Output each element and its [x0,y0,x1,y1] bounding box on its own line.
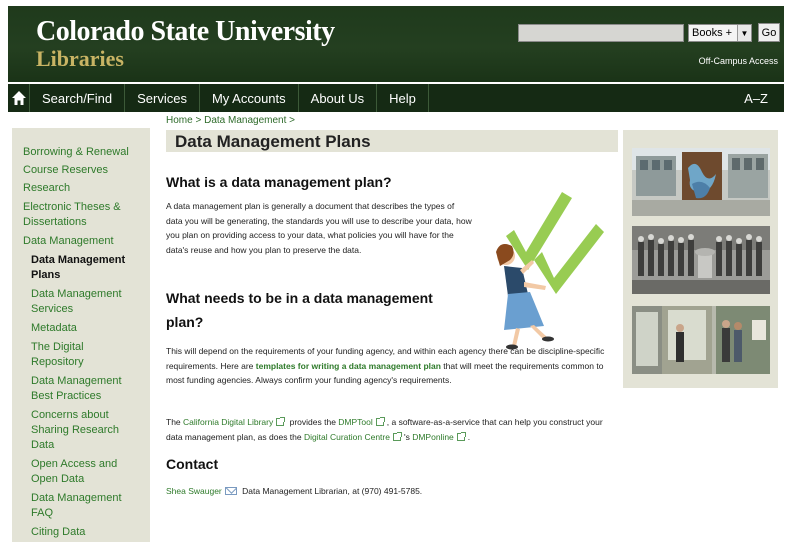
chevron-down-icon: ▼ [737,25,751,41]
contact-details: Data Management Librarian, at (970) 491-… [239,486,423,496]
nav-about-us[interactable]: About Us [299,84,378,112]
email-icon[interactable] [224,487,237,495]
digital-curation-centre-link[interactable]: Digital Curation Centre [304,432,390,442]
logo-university[interactable]: Colorado State University [36,16,335,48]
off-campus-access-link[interactable]: Off-Campus Access [699,56,778,66]
breadcrumb-data-management[interactable]: Data Management [204,115,286,126]
search-input[interactable] [518,24,684,42]
breadcrumb: Home > Data Management > [166,115,295,126]
sidebar-item-dm-faq[interactable]: Data Management FAQ [31,491,141,521]
sidebar-item-electronic-theses[interactable]: Electronic Theses & Dissertations [23,200,135,230]
page-title: Data Management Plans [175,132,371,151]
nav-help[interactable]: Help [377,84,429,112]
california-digital-library-link[interactable]: California Digital Library [183,417,273,427]
sidebar-item-course-reserves[interactable]: Course Reserves [23,163,145,178]
sidebar-item-metadata[interactable]: Metadata [31,321,141,336]
tools-text: provides the [287,417,339,427]
library-building-photo [632,148,770,216]
tools-text: 's [403,431,413,442]
nav-search-find[interactable]: Search/Find [30,84,126,112]
paragraph-tools: The California Digital Library provides … [166,415,614,444]
home-button[interactable] [8,84,30,112]
search-go-button[interactable]: Go [758,23,780,42]
photo-column [623,130,778,388]
heading-what-is-dmp: What is a data management plan? [166,174,392,190]
tools-text: . [467,431,471,442]
main-nav: Search/Find Services My Accounts About U… [8,84,784,112]
breadcrumb-separator: > [192,115,205,126]
external-link-icon [375,417,385,426]
search-scope-select[interactable]: Books + ▼ [688,24,752,42]
page-title-bar: Data Management Plans [166,130,618,152]
sidebar-item-citing-data[interactable]: Citing Data [31,525,141,540]
external-link-icon [392,431,402,441]
site-header: Colorado State University Libraries Book… [8,6,784,82]
sidebar-item-data-management-plans[interactable]: Data Management Plans [31,253,141,283]
contact-line: Shea Swauger Data Management Librarian, … [166,484,610,499]
search-scope-value: Books + [692,27,733,39]
nav-my-accounts[interactable]: My Accounts [200,84,299,112]
sidebar-item-data-management[interactable]: Data Management [23,234,145,249]
nav-a-z[interactable]: A–Z [732,84,784,112]
sidebar-item-open-access[interactable]: Open Access and Open Data [31,457,141,487]
checkmark-illustration [496,192,604,350]
logo-libraries[interactable]: Libraries [36,46,124,72]
historic-group-photo [632,226,770,294]
home-icon [11,91,26,105]
breadcrumb-home[interactable]: Home [166,115,193,126]
sidebar-item-borrowing-renewal[interactable]: Borrowing & Renewal [23,145,145,160]
heading-what-needs: What needs to be in a data management pl… [166,290,433,330]
external-link-icon [276,417,286,426]
templates-link[interactable]: templates for writing a data management … [256,361,441,371]
heading-contact: Contact [166,456,219,472]
sidebar-item-data-management-services[interactable]: Data Management Services [31,287,141,317]
external-link-icon [456,431,466,441]
sidebar-item-best-practices[interactable]: Data Management Best Practices [31,374,141,404]
paragraph-what-is-dmp: A data management plan is generally a do… [166,201,472,255]
sidebar: Borrowing & Renewal Course Reserves Rese… [12,128,150,542]
contact-name-link[interactable]: Shea Swauger [166,486,222,496]
dmponline-link[interactable]: DMPonline [412,432,454,442]
sidebar-item-concerns-sharing[interactable]: Concerns about Sharing Research Data [31,408,131,453]
sidebar-item-research[interactable]: Research [23,181,145,196]
tools-text: The [166,417,184,427]
library-interior-photo [632,306,770,374]
paragraph-requirements: This will depend on the requirements of … [166,344,610,388]
dmptool-link[interactable]: DMPTool [338,417,372,427]
sidebar-item-digital-repository[interactable]: The Digital Repository [31,340,121,370]
nav-services[interactable]: Services [125,84,200,112]
breadcrumb-separator: > [286,115,295,126]
